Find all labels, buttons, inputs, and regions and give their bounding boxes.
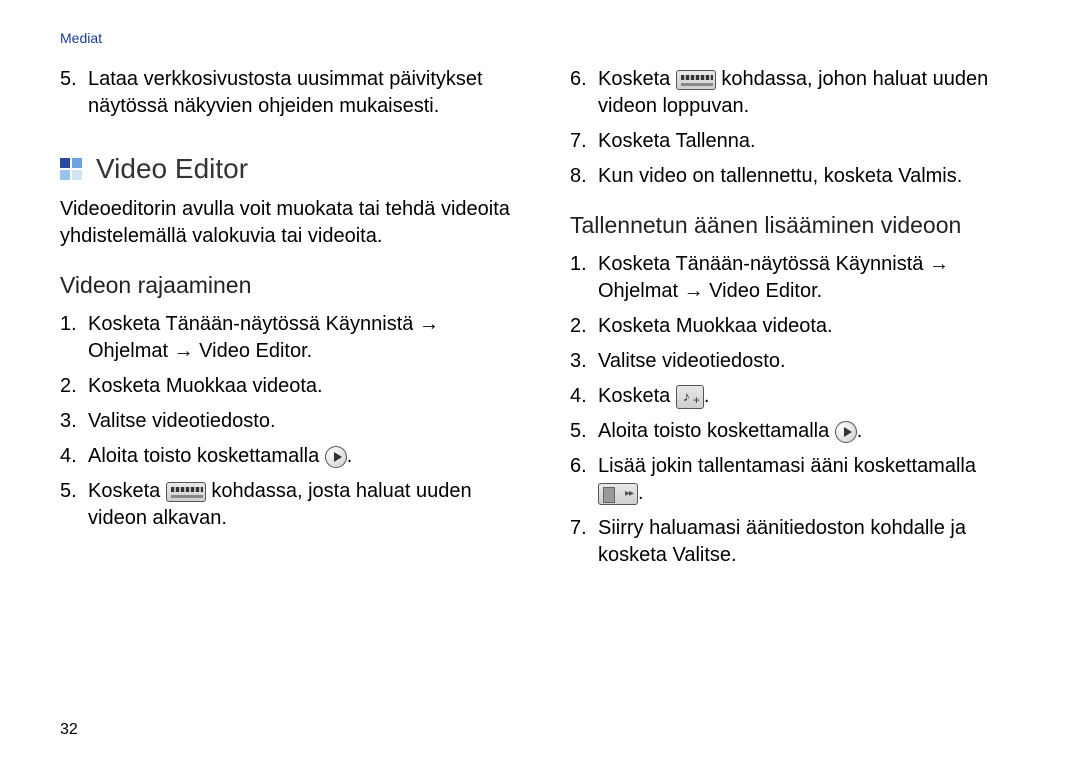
audio-file-icon <box>598 483 638 505</box>
item-text: Kosketa Tänään-näytössä Käynnistä → Ohje… <box>598 251 1020 305</box>
list-item: 5. Aloita toisto koskettamalla . <box>570 418 1020 445</box>
subheading: Tallennetun äänen lisääminen videoon <box>570 210 1020 241</box>
list-item: 7. Kosketa Tallenna. <box>570 128 1020 155</box>
list-item: 4. Aloita toisto koskettamalla . <box>60 443 510 470</box>
item-text: Kun video on tallennettu, kosketa Valmis… <box>598 163 962 190</box>
add-audio-icon <box>676 385 704 409</box>
item-number: 1. <box>570 251 598 305</box>
item-text: Kosketa kohdassa, josta haluat uuden vid… <box>88 478 510 532</box>
item-text: Aloita toisto koskettamalla . <box>598 418 862 445</box>
section-title-text: Video Editor <box>96 150 248 188</box>
item-number: 7. <box>570 515 598 569</box>
list-item: 4. Kosketa . <box>570 383 1020 410</box>
item-text: Siirry haluamasi äänitiedoston kohdalle … <box>598 515 1020 569</box>
item-number: 5. <box>570 418 598 445</box>
page-number: 32 <box>60 721 78 739</box>
list-item: 1. Kosketa Tänään-näytössä Käynnistä → O… <box>60 311 510 365</box>
list-item: 8. Kun video on tallennettu, kosketa Val… <box>570 163 1020 190</box>
play-icon <box>325 446 347 468</box>
list-item: 6. Lisää jokin tallentamasi ääni koskett… <box>570 453 1020 507</box>
ordered-list-continued: 6. Kosketa kohdassa, johon haluat uuden … <box>570 66 1020 190</box>
item-text: Valitse videotiedosto. <box>88 408 276 435</box>
timeline-icon <box>676 70 716 90</box>
list-item: 2. Kosketa Muokkaa videota. <box>570 313 1020 340</box>
ordered-list: 1. Kosketa Tänään-näytössä Käynnistä → O… <box>570 251 1020 569</box>
left-column: 5. Lataa verkkosivustosta uusimmat päivi… <box>60 66 510 577</box>
item-number: 3. <box>60 408 88 435</box>
item-text: Kosketa Muokkaa videota. <box>598 313 833 340</box>
right-column: 6. Kosketa kohdassa, johon haluat uuden … <box>570 66 1020 577</box>
item-text: Kosketa Muokkaa videota. <box>88 373 323 400</box>
page-header: Mediat <box>60 30 1020 46</box>
document-page: Mediat 5. Lataa verkkosivustosta uusimma… <box>0 0 1080 765</box>
item-number: 3. <box>570 348 598 375</box>
list-item: 2. Kosketa Muokkaa videota. <box>60 373 510 400</box>
item-number: 2. <box>60 373 88 400</box>
item-number: 6. <box>570 66 598 120</box>
item-text: Kosketa Tänään-näytössä Käynnistä → Ohje… <box>88 311 510 365</box>
list-item: 6. Kosketa kohdassa, johon haluat uuden … <box>570 66 1020 120</box>
item-number: 6. <box>570 453 598 507</box>
timeline-icon <box>166 482 206 502</box>
item-text: Kosketa Tallenna. <box>598 128 756 155</box>
item-number: 5. <box>60 478 88 532</box>
item-text: Aloita toisto koskettamalla . <box>88 443 352 470</box>
item-text: Kosketa . <box>598 383 709 410</box>
item-number: 4. <box>570 383 598 410</box>
list-item: 7. Siirry haluamasi äänitiedoston kohdal… <box>570 515 1020 569</box>
section-heading: Video Editor <box>60 150 510 188</box>
play-icon <box>835 421 857 443</box>
list-item: 5. Kosketa kohdassa, josta haluat uuden … <box>60 478 510 532</box>
item-number: 2. <box>570 313 598 340</box>
item-number: 5. <box>60 66 88 120</box>
two-column-layout: 5. Lataa verkkosivustosta uusimmat päivi… <box>60 66 1020 577</box>
item-text: Kosketa kohdassa, johon haluat uuden vid… <box>598 66 1020 120</box>
item-number: 8. <box>570 163 598 190</box>
ordered-list: 1. Kosketa Tänään-näytössä Käynnistä → O… <box>60 311 510 532</box>
list-item: 3. Valitse videotiedosto. <box>570 348 1020 375</box>
squares-icon <box>60 158 82 180</box>
item-number: 4. <box>60 443 88 470</box>
item-text: Valitse videotiedosto. <box>598 348 786 375</box>
subheading: Videon rajaaminen <box>60 270 510 301</box>
continuation-list: 5. Lataa verkkosivustosta uusimmat päivi… <box>60 66 510 120</box>
list-item: 3. Valitse videotiedosto. <box>60 408 510 435</box>
list-item: 5. Lataa verkkosivustosta uusimmat päivi… <box>60 66 510 120</box>
section-intro: Videoeditorin avulla voit muokata tai te… <box>60 196 510 250</box>
item-number: 7. <box>570 128 598 155</box>
item-text: Lataa verkkosivustosta uusimmat päivityk… <box>88 66 510 120</box>
item-text: Lisää jokin tallentamasi ääni koskettama… <box>598 453 1020 507</box>
list-item: 1. Kosketa Tänään-näytössä Käynnistä → O… <box>570 251 1020 305</box>
item-number: 1. <box>60 311 88 365</box>
